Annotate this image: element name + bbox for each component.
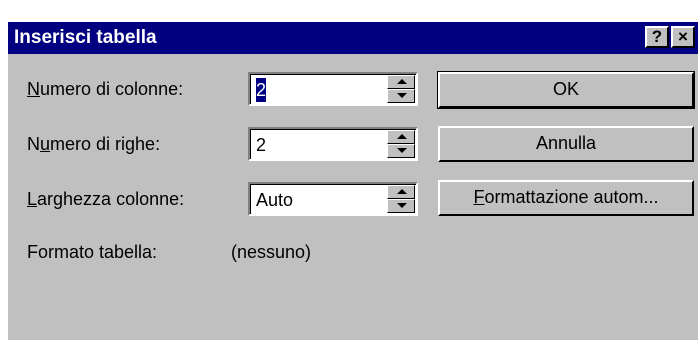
close-icon: × [678,27,688,46]
insert-table-dialog: Inserisci tabella ? × Numero di colonne:… [8,22,698,340]
table-format-label: Formato tabella: [27,242,158,262]
rows-spinner [387,130,415,158]
columns-value[interactable]: 2 [256,78,267,102]
title-bar[interactable]: Inserisci tabella ? × [8,22,698,54]
rows-spinbox[interactable]: 2 [248,127,418,161]
rows-value[interactable]: 2 [256,133,266,157]
columns-increment-button[interactable] [387,75,415,89]
autoformat-accesskey: F [473,187,485,207]
cancel-button[interactable]: Annulla [438,126,694,162]
autoformat-button[interactable]: Formattazione autom... [438,180,694,216]
column-width-spinner [387,185,415,213]
arrow-down-icon [397,148,407,153]
columns-label-accesskey: N [27,79,40,99]
rows-label-text: mero di righe: [50,134,161,154]
help-button[interactable]: ? [645,26,669,48]
columns-label-text: umero di colonne: [40,79,184,99]
column-width-value[interactable]: Auto [256,188,293,212]
column-width-label-text: arghezza colonne: [37,189,185,209]
rows-increment-button[interactable] [387,130,415,144]
rows-label-accesskey: u [40,134,51,154]
close-button[interactable]: × [671,26,695,48]
arrow-up-icon [397,79,407,84]
arrow-up-icon [397,189,407,194]
rows-label: Numero di righe: [27,132,160,156]
column-width-increment-button[interactable] [387,185,415,199]
rows-decrement-button[interactable] [387,144,415,158]
column-width-label-accesskey: L [27,189,38,209]
columns-spinner [387,75,415,103]
arrow-down-icon [397,203,407,208]
ok-button[interactable]: OK [437,71,695,109]
arrow-down-icon [397,93,407,98]
column-width-spinbox[interactable]: Auto [248,182,418,216]
arrow-up-icon [397,134,407,139]
columns-spinbox[interactable]: 2 [248,72,418,106]
column-width-decrement-button[interactable] [387,199,415,213]
rows-label-prefix: N [27,134,40,154]
autoformat-label: ormattazione autom... [484,187,659,207]
columns-decrement-button[interactable] [387,89,415,103]
column-width-label: Larghezza colonne: [27,187,184,211]
dialog-title: Inserisci tabella [14,27,157,48]
table-format-value: (nessuno) [231,242,312,262]
help-icon: ? [651,27,663,46]
columns-label: Numero di colonne: [27,77,183,101]
